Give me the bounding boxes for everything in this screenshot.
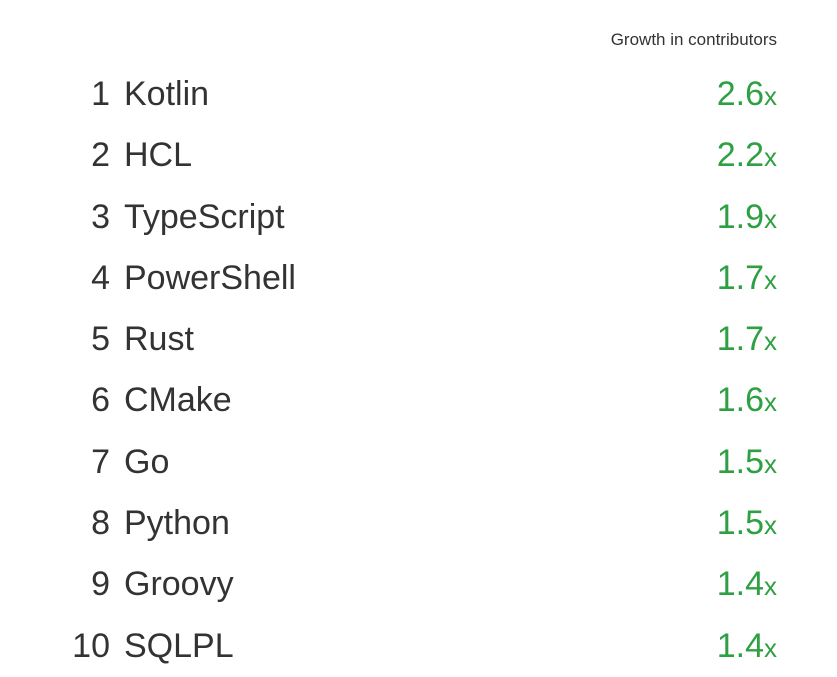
growth-cell: 1.5x (717, 499, 777, 548)
table-row: 9 Groovy 1.4x (60, 554, 777, 615)
growth-cell: 1.5x (717, 438, 777, 487)
table-row: 7 Go 1.5x (60, 432, 777, 493)
table-row: 3 TypeScript 1.9x (60, 187, 777, 248)
rank-cell: 10 (60, 622, 124, 671)
rank-cell: 5 (60, 315, 124, 364)
growth-cell: 1.7x (717, 315, 777, 364)
rank-cell: 7 (60, 438, 124, 487)
table-row: 10 SQLPL 1.4x (60, 616, 777, 677)
rank-cell: 6 (60, 376, 124, 425)
growth-cell: 2.2x (717, 131, 777, 180)
table-row: 2 HCL 2.2x (60, 125, 777, 186)
growth-cell: 1.6x (717, 376, 777, 425)
language-cell: Rust (124, 315, 717, 364)
rank-cell: 4 (60, 254, 124, 303)
table-row: 1 Kotlin 2.6x (60, 64, 777, 125)
table-row: 4 PowerShell 1.7x (60, 248, 777, 309)
table-row: 8 Python 1.5x (60, 493, 777, 554)
rank-cell: 2 (60, 131, 124, 180)
growth-cell: 1.7x (717, 254, 777, 303)
language-cell: Go (124, 438, 717, 487)
language-cell: Groovy (124, 560, 717, 609)
table-row: 6 CMake 1.6x (60, 370, 777, 431)
rank-cell: 9 (60, 560, 124, 609)
growth-cell: 1.4x (717, 622, 777, 671)
language-cell: SQLPL (124, 622, 717, 671)
growth-cell: 1.9x (717, 193, 777, 242)
growth-cell: 1.4x (717, 560, 777, 609)
rank-cell: 8 (60, 499, 124, 548)
language-cell: HCL (124, 131, 717, 180)
table-row: 5 Rust 1.7x (60, 309, 777, 370)
language-growth-table: 1 Kotlin 2.6x 2 HCL 2.2x 3 TypeScript 1.… (60, 64, 777, 677)
language-cell: CMake (124, 376, 717, 425)
rank-cell: 3 (60, 193, 124, 242)
language-cell: TypeScript (124, 193, 717, 242)
language-cell: PowerShell (124, 254, 717, 303)
language-cell: Python (124, 499, 717, 548)
growth-cell: 2.6x (717, 70, 777, 119)
language-cell: Kotlin (124, 70, 717, 119)
rank-cell: 1 (60, 70, 124, 119)
column-header-growth: Growth in contributors (60, 30, 777, 50)
